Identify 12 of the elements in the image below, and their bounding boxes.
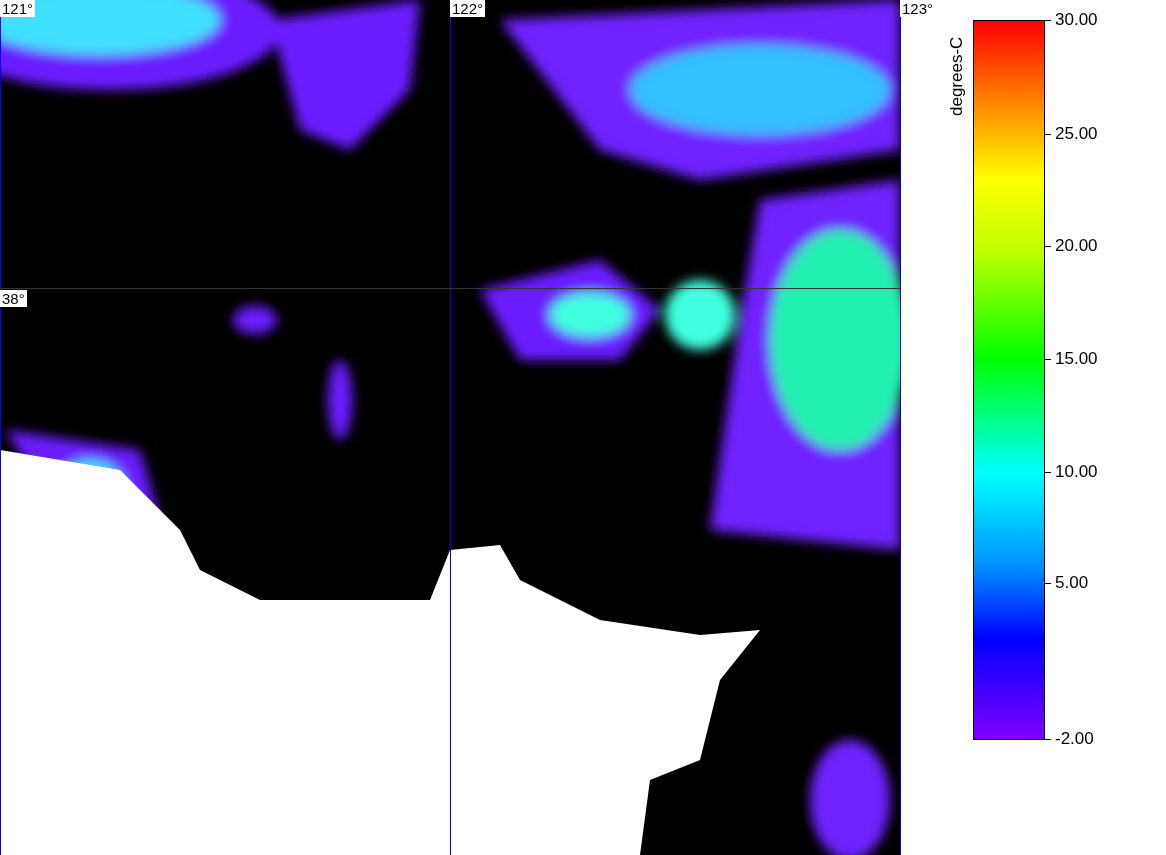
unit-label: degrees-C — [947, 36, 967, 116]
scale-tick-label: 20.00 — [1055, 236, 1098, 257]
scale-tick-label: 25.00 — [1055, 123, 1098, 144]
scale-tick-label: 5.00 — [1055, 572, 1089, 593]
scale-tick-label: 30.00 — [1055, 10, 1098, 30]
scale-tick-label: -2.00 — [1055, 729, 1094, 749]
grid-label: 123° — [900, 0, 936, 17]
grid-label: 121° — [0, 0, 36, 17]
scale-tick-label: 15.00 — [1055, 348, 1098, 369]
scale-tick-label: 10.00 — [1055, 461, 1098, 482]
grid-label: 38° — [0, 290, 27, 307]
grid-label: 122° — [450, 0, 486, 17]
